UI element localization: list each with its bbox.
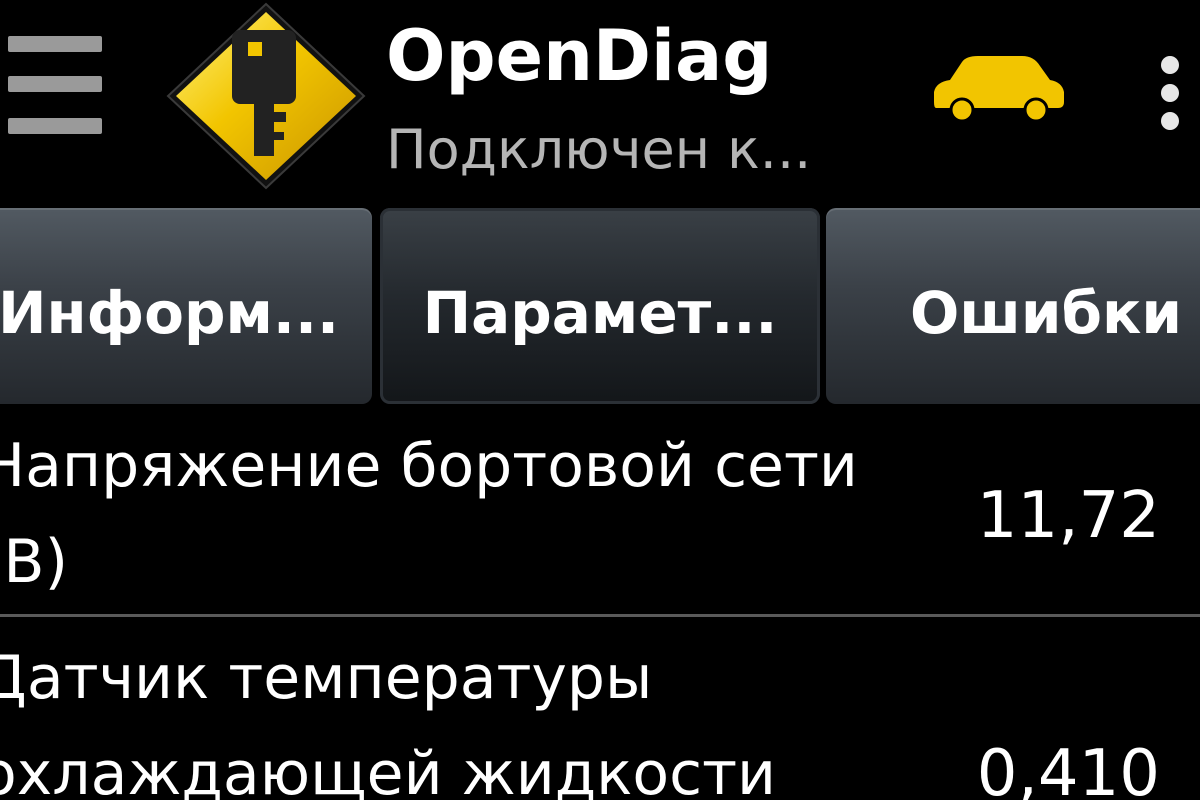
tab-label: Парамет... (422, 279, 778, 347)
parameter-row[interactable]: Напряжение бортовой сети (В) 11,72 (0, 418, 1200, 614)
tab-label: Ошибки (910, 279, 1183, 347)
tab-errors[interactable]: Ошибки (826, 208, 1200, 404)
connection-status: Подключен к... (386, 118, 812, 181)
parameter-value: 11,72 (976, 479, 1160, 553)
app-logo-icon[interactable] (162, 0, 370, 190)
hamburger-menu-icon[interactable] (8, 30, 102, 140)
action-bar: OpenDiag Подключен к... (0, 0, 1200, 204)
parameter-name: Напряжение бортовой сети (В) (0, 431, 858, 597)
tab-label: Информ... (0, 279, 340, 347)
parameter-row[interactable]: Датчик температуры охлаждающей жидкости … (0, 630, 1200, 800)
tab-information[interactable]: Информ... (0, 208, 372, 404)
app-screen: OpenDiag Подключен к... Информ... Параме… (0, 0, 1200, 800)
row-divider (0, 614, 1200, 617)
tab-parameters[interactable]: Парамет... (380, 208, 820, 404)
car-icon[interactable] (926, 52, 1068, 124)
app-title: OpenDiag (386, 15, 773, 97)
parameter-name: Датчик температуры охлаждающей жидкости (0, 643, 777, 800)
overflow-menu-icon[interactable] (1156, 54, 1186, 134)
parameter-value: 0,410 (976, 737, 1160, 800)
